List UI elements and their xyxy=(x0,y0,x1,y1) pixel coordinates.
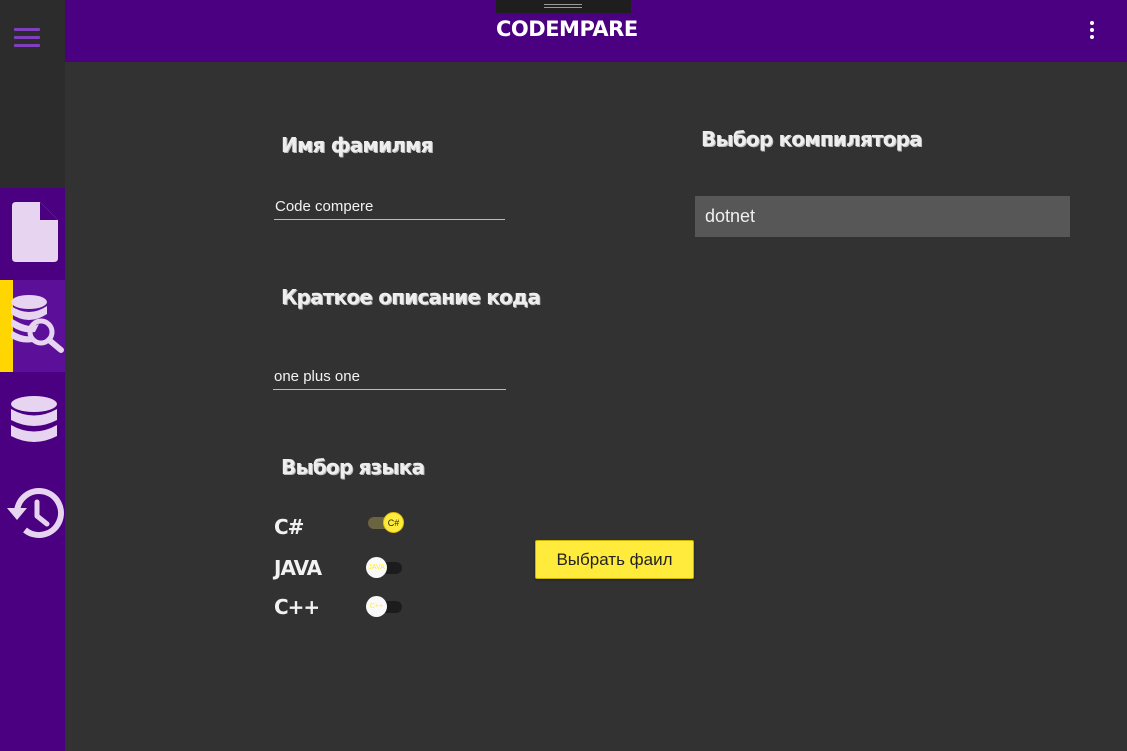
compiler-heading: Выбор компилятора xyxy=(701,127,923,151)
sidebar-item-history[interactable] xyxy=(0,464,65,556)
language-label-cpp: C++ xyxy=(274,595,320,619)
hamburger-menu-icon[interactable] xyxy=(14,28,40,48)
sidebar xyxy=(0,188,65,751)
more-options-icon[interactable] xyxy=(1089,21,1095,43)
history-icon xyxy=(7,488,64,539)
java-toggle-thumb: JAVA xyxy=(366,557,387,578)
java-toggle[interactable]: JAVA xyxy=(366,556,404,578)
app-logo: CODEMPARE xyxy=(496,17,638,41)
name-field[interactable] xyxy=(274,194,505,220)
sidebar-item-database-search[interactable] xyxy=(0,280,65,372)
language-heading: Выбор языка xyxy=(281,455,425,479)
language-label-java: JAVA xyxy=(274,556,322,580)
sidebar-item-database[interactable] xyxy=(0,372,65,464)
csharp-toggle-thumb: C# xyxy=(383,512,404,533)
sidebar-item-document[interactable] xyxy=(0,188,65,280)
csharp-toggle[interactable]: C# xyxy=(366,511,404,533)
description-heading: Краткое описание кода xyxy=(281,285,541,309)
language-label-csharp: C# xyxy=(274,515,304,539)
compiler-select[interactable]: dotnet xyxy=(695,196,1070,237)
document-icon xyxy=(12,202,58,262)
database-search-icon xyxy=(11,295,64,353)
window-drag-handle[interactable] xyxy=(496,0,631,13)
cpp-toggle-thumb: C++ xyxy=(366,596,387,617)
description-field[interactable] xyxy=(273,364,506,390)
database-icon xyxy=(11,396,57,442)
cpp-toggle[interactable]: C++ xyxy=(366,595,404,617)
choose-file-button[interactable]: Выбрать фаил xyxy=(535,540,694,579)
name-heading: Имя фамилмя xyxy=(281,133,433,157)
